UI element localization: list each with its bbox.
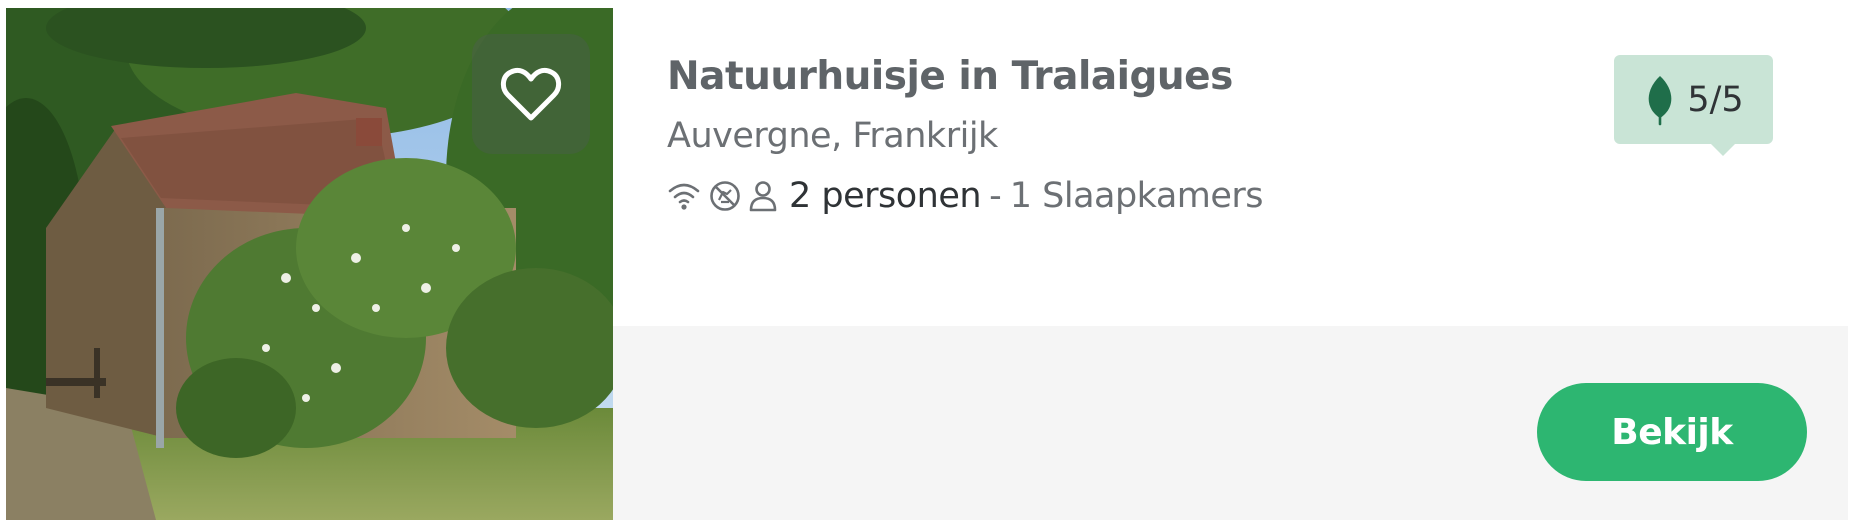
eco-score-badge[interactable]: 5/5	[1614, 55, 1773, 156]
favorite-button[interactable]	[472, 34, 590, 154]
listing-location: Auvergne, Frankrijk	[667, 116, 998, 156]
listing-footer: Bekijk	[613, 326, 1848, 520]
no-pets-icon	[709, 180, 741, 212]
features-separator: -	[989, 176, 1002, 216]
eco-score-value: 5/5	[1687, 79, 1744, 120]
listing-card[interactable]: Natuurhuisje in Tralaigues Auvergne, Fra…	[6, 8, 1848, 520]
person-icon	[749, 180, 777, 212]
wifi-icon	[667, 181, 701, 211]
view-listing-button[interactable]: Bekijk	[1537, 383, 1807, 481]
leaf-icon	[1649, 75, 1672, 125]
listing-title[interactable]: Natuurhuisje in Tralaigues	[667, 54, 1233, 99]
heart-icon	[501, 67, 561, 121]
listing-features: 2 personen - 1 Slaapkamers	[667, 174, 1264, 218]
bedrooms-count: 1 Slaapkamers	[1009, 176, 1264, 216]
persons-count: 2 personen	[789, 176, 982, 216]
listing-photo[interactable]	[6, 8, 613, 520]
